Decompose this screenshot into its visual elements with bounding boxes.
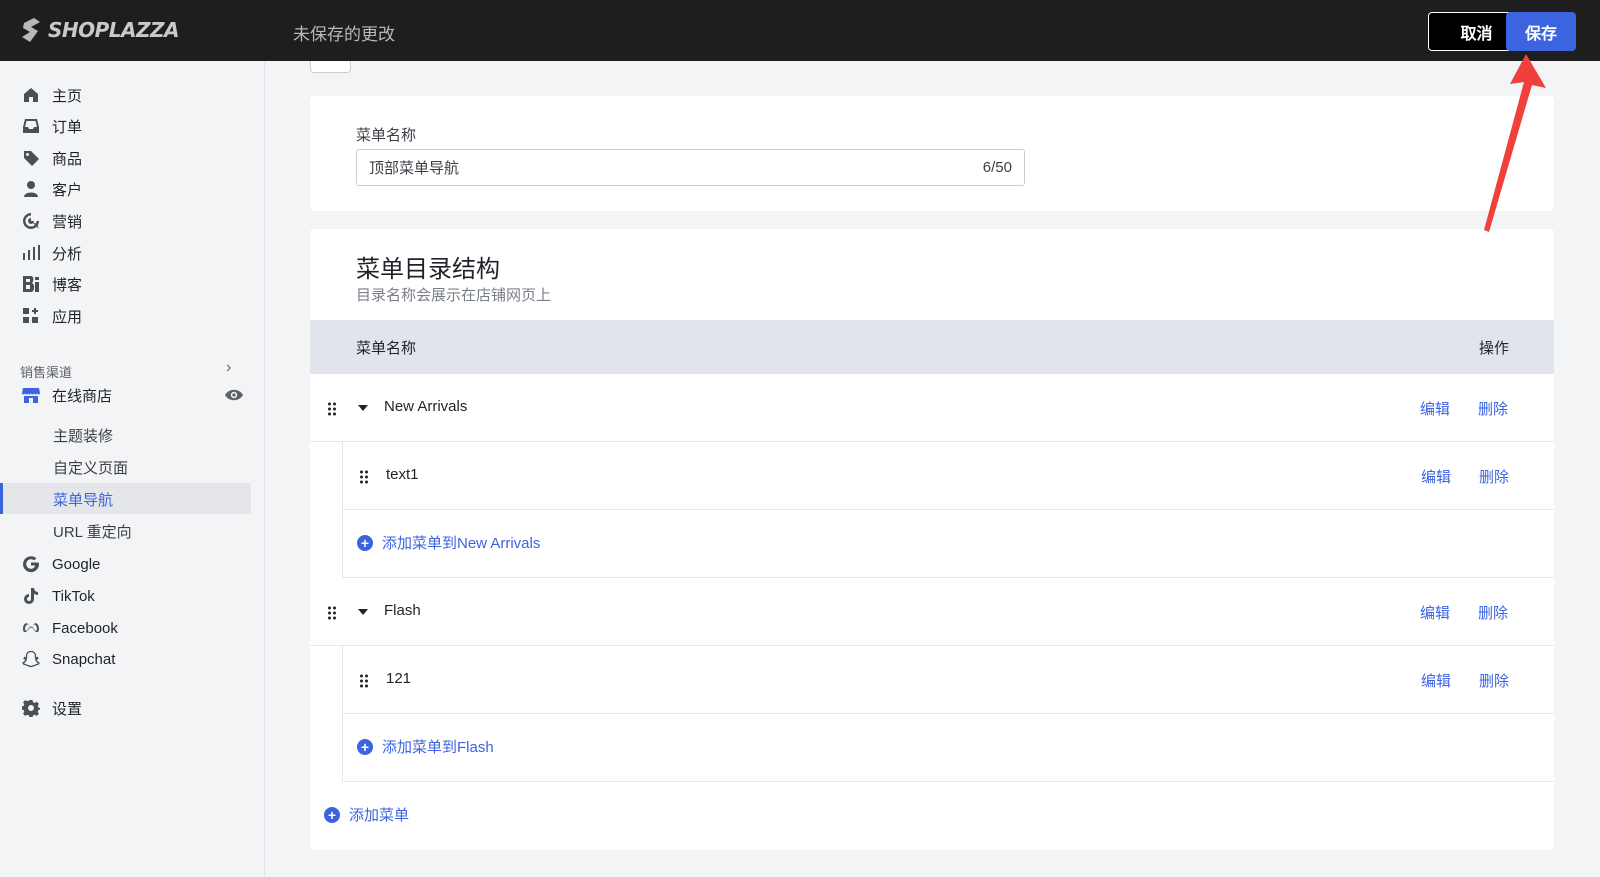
save-button[interactable]: 保存 [1506, 12, 1576, 51]
tiktok-icon [22, 587, 40, 605]
sidebar-item-online-store[interactable]: 在线商店 [22, 383, 112, 407]
drag-handle-icon[interactable] [359, 674, 369, 688]
drag-handle-icon[interactable] [327, 402, 337, 416]
meta-icon [22, 619, 40, 637]
brand-logo[interactable]: SHOPLAZZA [20, 17, 180, 43]
active-item-highlight [0, 483, 251, 514]
add-submenu-row: + 添加菜单到Flash [342, 714, 1554, 782]
menu-label: New Arrivals [384, 398, 468, 415]
delete-link[interactable]: 删除 [1479, 466, 1509, 487]
plus-circle-icon: + [324, 806, 340, 823]
edit-link[interactable]: 编辑 [1421, 466, 1451, 487]
caret-down-icon[interactable] [358, 405, 368, 411]
structure-subtitle: 目录名称会展示在店铺网页上 [356, 287, 552, 304]
sidebar-item-customers[interactable]: 客户 [22, 177, 82, 201]
add-menu-row: + 添加菜单 [310, 782, 1554, 850]
store-icon [22, 386, 40, 404]
sidebar-item-home[interactable]: 主页 [22, 83, 82, 107]
sidebar-item-products[interactable]: 商品 [22, 146, 82, 170]
home-icon [22, 86, 40, 104]
person-icon [22, 180, 40, 198]
char-counter: 6/50 [982, 159, 1012, 176]
annotation-arrow-icon [1484, 54, 1546, 232]
sidebar-item-blog[interactable]: 博客 [22, 272, 82, 296]
menu-name-label: 菜单名称 [356, 127, 417, 144]
tag-icon [22, 149, 40, 167]
target-icon [22, 212, 40, 230]
add-submenu-row: + 添加菜单到New Arrivals [342, 510, 1554, 578]
menu-name-card: 菜单名称 顶部菜单导航 6/50 [310, 96, 1554, 211]
delete-link[interactable]: 删除 [1479, 670, 1509, 691]
sidebar: 主页 订单 商品 客户 营销 分析 博客 应用 销售渠道 › 在线商店 主题装修… [0, 61, 265, 877]
edit-link[interactable]: 编辑 [1420, 398, 1450, 419]
caret-down-icon[interactable] [358, 609, 368, 615]
eye-icon[interactable] [224, 387, 244, 403]
bar-chart-icon [22, 244, 40, 262]
table-header: 菜单名称 操作 [310, 320, 1554, 374]
sidebar-item-facebook[interactable]: Facebook [22, 616, 118, 640]
column-header-action: 操作 [1479, 340, 1510, 357]
plus-circle-icon: + [357, 534, 373, 551]
sidebar-item-google[interactable]: Google [22, 552, 100, 576]
delete-link[interactable]: 删除 [1478, 602, 1508, 623]
inbox-icon [22, 117, 40, 135]
active-item-indicator [0, 483, 3, 514]
add-submenu-link[interactable]: + 添加菜单到New Arrivals [357, 532, 540, 553]
shoplazza-logo-icon [22, 18, 40, 42]
sidebar-item-snapchat[interactable]: Snapchat [22, 647, 115, 671]
menu-structure-card: 菜单目录结构 目录名称会展示在店铺网页上 菜单名称 操作 New Arrival… [310, 229, 1554, 850]
google-icon [22, 555, 40, 573]
menu-label: Flash [384, 602, 421, 619]
edit-link[interactable]: 编辑 [1421, 670, 1451, 691]
sidebar-sub-custom-pages[interactable]: 自定义页面 [53, 457, 128, 478]
sidebar-sub-menu-navigation[interactable]: 菜单导航 [53, 489, 113, 510]
submenu-label: 121 [386, 670, 412, 687]
sales-channels-label: 销售渠道 [20, 365, 73, 380]
submenu-row: text1 编辑 删除 [342, 442, 1554, 510]
sidebar-item-marketing[interactable]: 营销 [22, 209, 82, 233]
add-submenu-link[interactable]: + 添加菜单到Flash [357, 736, 494, 757]
sidebar-item-tiktok[interactable]: TikTok [22, 584, 95, 608]
drag-handle-icon[interactable] [359, 470, 369, 484]
add-menu-link[interactable]: + 添加菜单 [324, 804, 409, 825]
chevron-right-icon[interactable]: › [226, 359, 238, 377]
top-bar: SHOPLAZZA 未保存的更改 取消 保存 [0, 0, 1600, 61]
brand-name: SHOPLAZZA [48, 18, 180, 42]
submenu-row: 121 编辑 删除 [342, 646, 1554, 714]
sidebar-sub-url-redirect[interactable]: URL 重定向 [53, 521, 132, 542]
column-header-name: 菜单名称 [356, 340, 417, 357]
menu-name-input[interactable]: 顶部菜单导航 6/50 [356, 149, 1025, 186]
edit-link[interactable]: 编辑 [1420, 602, 1450, 623]
sidebar-item-settings[interactable]: 设置 [22, 696, 82, 720]
sidebar-item-orders[interactable]: 订单 [22, 114, 82, 138]
sidebar-item-analytics[interactable]: 分析 [22, 241, 82, 265]
menu-row: New Arrivals 编辑 删除 [310, 374, 1554, 442]
scrolled-off-element [310, 61, 351, 73]
sidebar-item-apps[interactable]: 应用 [22, 304, 82, 328]
drag-handle-icon[interactable] [327, 606, 337, 620]
sidebar-sub-theme[interactable]: 主题装修 [53, 425, 113, 446]
plus-circle-icon: + [357, 738, 373, 755]
menu-row: Flash 编辑 删除 [310, 578, 1554, 646]
snapchat-icon [22, 650, 40, 668]
menu-name-value: 顶部菜单导航 [369, 160, 460, 177]
submenu-label: text1 [386, 466, 419, 483]
apps-icon [22, 307, 40, 325]
blog-icon [22, 275, 40, 293]
unsaved-changes-text: 未保存的更改 [293, 25, 395, 44]
gear-icon [22, 699, 40, 717]
structure-title: 菜单目录结构 [356, 256, 500, 283]
delete-link[interactable]: 删除 [1478, 398, 1508, 419]
